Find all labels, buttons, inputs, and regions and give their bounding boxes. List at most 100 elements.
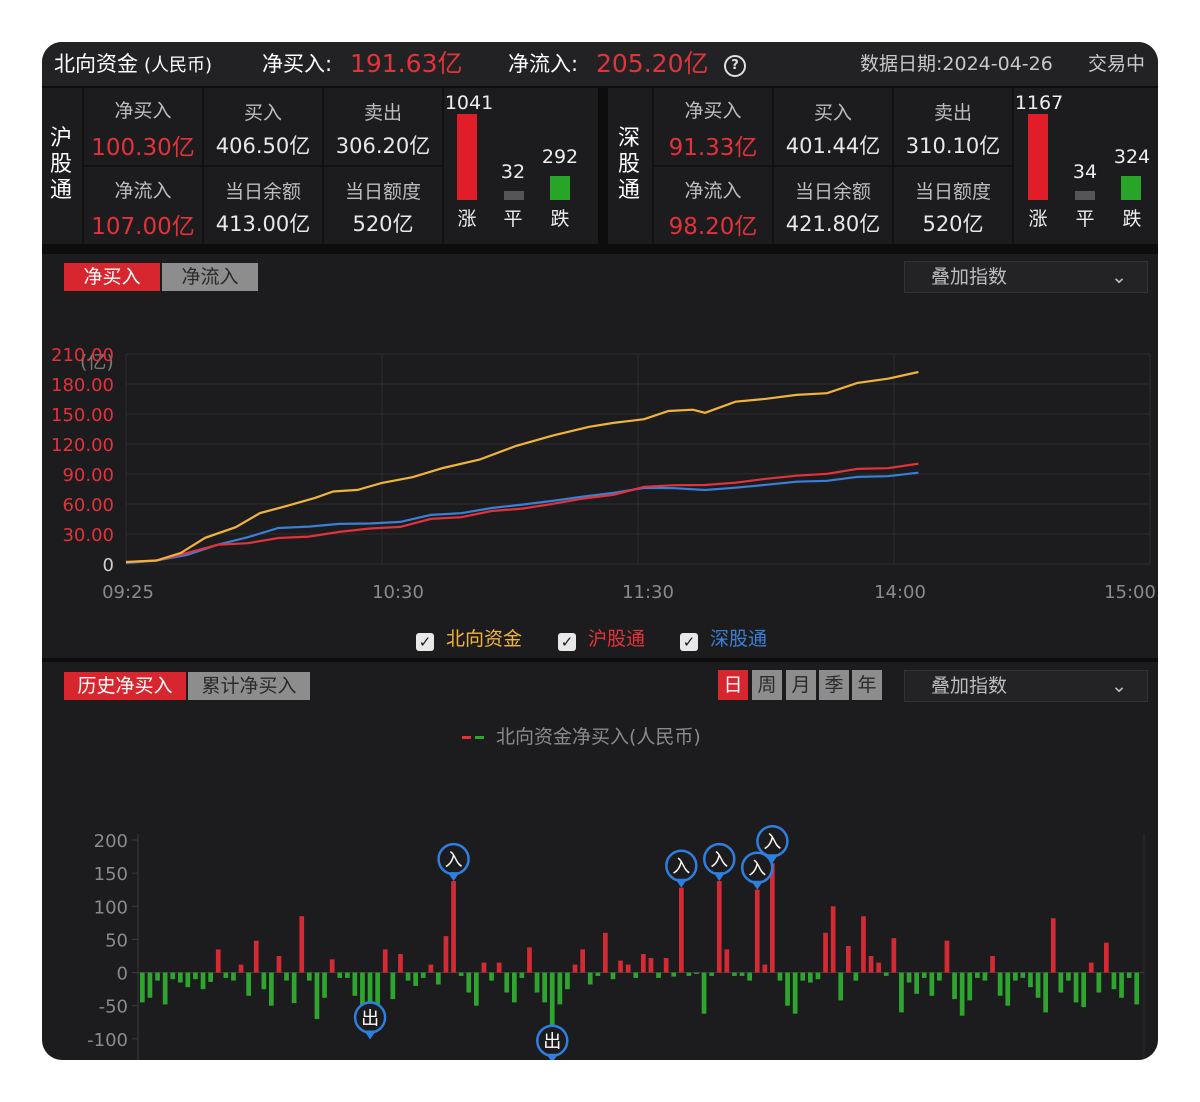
bar xyxy=(959,972,965,1016)
bar xyxy=(200,972,206,990)
bar xyxy=(276,956,282,973)
bar xyxy=(1119,972,1124,998)
x-tick-label: 14:00 xyxy=(874,582,926,603)
sh-up-label: 涨 xyxy=(457,208,477,230)
sh-quota-label: 当日额度 xyxy=(344,181,421,203)
bar xyxy=(345,972,350,978)
y-tick-label: 150.00 xyxy=(51,405,114,426)
sz-down-count: 324 xyxy=(1113,146,1151,168)
bar xyxy=(413,972,418,986)
bar xyxy=(420,972,426,978)
series-line-沪股通 xyxy=(125,462,919,564)
period-day[interactable]: 日 xyxy=(718,670,748,700)
bar xyxy=(466,972,472,993)
bar xyxy=(694,972,699,974)
bar xyxy=(246,972,251,996)
bar xyxy=(891,938,897,973)
overlay-index-dropdown-intraday[interactable]: 叠加指数 ⌄ xyxy=(904,261,1148,293)
tab-net-buy[interactable]: 净买入 xyxy=(64,263,160,291)
bar xyxy=(747,972,752,981)
bar xyxy=(238,964,244,973)
summary-bar: 北向资金 (人民币) 净买入: 191.63亿 净流入: 205.20亿 ? 数据… xyxy=(42,42,1158,88)
period-week[interactable]: 周 xyxy=(752,670,782,700)
sh-down-label: 跌 xyxy=(550,208,570,230)
sz-up-bar xyxy=(1028,114,1048,200)
bar xyxy=(610,972,616,980)
sh-net-inflow-value: 107.00亿 xyxy=(91,214,195,240)
sz-down-bar xyxy=(1121,176,1141,200)
bar xyxy=(291,972,297,1004)
bar xyxy=(823,932,828,973)
bar xyxy=(770,863,775,973)
bar xyxy=(990,956,995,973)
tab-net-inflow[interactable]: 净流入 xyxy=(162,263,258,291)
sz-balance-label: 当日余额 xyxy=(794,181,871,203)
bar xyxy=(557,972,563,1005)
legend-sz[interactable]: ✓ 深股通 xyxy=(680,624,767,651)
sh-flat-bar xyxy=(504,191,524,200)
bar xyxy=(777,972,783,981)
bar xyxy=(307,972,312,981)
sh-net-buy-label: 净买入 xyxy=(114,100,172,122)
bar xyxy=(1104,942,1109,973)
bar xyxy=(762,964,768,973)
bar xyxy=(527,947,532,973)
marker-label: 入 xyxy=(672,857,690,878)
legend-sh[interactable]: ✓ 沪股通 xyxy=(558,624,645,651)
sh-balance-label: 当日余额 xyxy=(224,181,301,203)
bar xyxy=(398,954,403,973)
bar xyxy=(899,972,904,1013)
bar xyxy=(1013,972,1018,981)
tab-history-net-buy[interactable]: 历史净买入 xyxy=(64,672,186,700)
y-tick-label: 50 xyxy=(105,930,128,951)
checkbox-icon: ✓ xyxy=(558,633,576,651)
bar xyxy=(162,972,168,1005)
history-bar-chart: 200150100500-50-100-144出入出入入入入2023-11-16… xyxy=(87,824,1145,1060)
sh-up-count: 1041 xyxy=(444,92,494,114)
bar xyxy=(656,972,661,978)
tab-cumulative-net-buy[interactable]: 累计净买入 xyxy=(188,672,310,700)
bar xyxy=(1081,972,1086,1008)
bar xyxy=(686,972,692,976)
bar xyxy=(679,887,684,973)
period-quarter[interactable]: 季 xyxy=(819,670,849,700)
bar xyxy=(1073,972,1079,1003)
sz-buy-label: 买入 xyxy=(813,102,852,124)
sh-buy-value: 406.50亿 xyxy=(215,134,311,158)
bar xyxy=(921,972,927,978)
period-month[interactable]: 月 xyxy=(786,670,816,700)
bar xyxy=(1020,972,1026,978)
bar xyxy=(481,962,487,973)
sh-down-count: 292 xyxy=(541,146,579,168)
help-icon[interactable]: ? xyxy=(724,42,746,86)
bar xyxy=(792,972,798,1014)
sz-net-inflow-label: 净流入 xyxy=(684,180,742,202)
marker-pointer xyxy=(364,1030,377,1040)
bar xyxy=(929,972,935,996)
checkbox-icon: ✓ xyxy=(416,633,434,651)
bar xyxy=(853,972,859,981)
overlay-index-dropdown-history[interactable]: 叠加指数 ⌄ xyxy=(904,670,1148,702)
sz-net-buy-label: 净买入 xyxy=(684,100,742,122)
bar xyxy=(1050,918,1056,973)
north-capital-panel: 北向资金 (人民币) 净买入: 191.63亿 净流入: 205.20亿 ? 数据… xyxy=(42,42,1158,1060)
sh-sell-label: 卖出 xyxy=(363,102,402,124)
sh-sell-value: 306.20亿 xyxy=(335,134,431,158)
bar xyxy=(436,972,441,985)
bar xyxy=(512,972,517,1003)
bar xyxy=(542,972,547,1003)
bar xyxy=(519,972,525,978)
overlay-label: 叠加指数 xyxy=(931,266,1008,288)
marker-pointer xyxy=(447,872,460,882)
bar xyxy=(1028,972,1033,988)
y-tick-label: 90.00 xyxy=(62,465,114,486)
bar xyxy=(671,972,677,977)
bar xyxy=(1126,972,1132,978)
legend-north[interactable]: ✓ 北向资金 xyxy=(416,624,522,651)
bar xyxy=(625,964,631,973)
period-year[interactable]: 年 xyxy=(852,670,882,700)
bar xyxy=(603,932,608,973)
bar xyxy=(618,960,623,973)
bar xyxy=(663,958,669,973)
sh-connect-title: 沪股通 xyxy=(49,126,72,203)
